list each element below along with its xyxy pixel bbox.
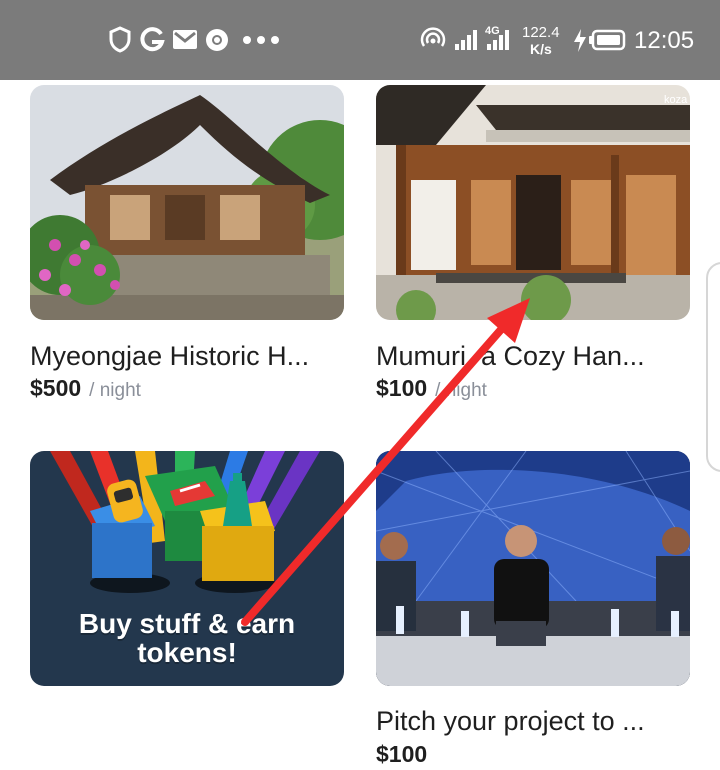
listing-price: $100	[376, 741, 428, 767]
clock: 12:05	[634, 27, 695, 54]
more-dots-icon	[243, 36, 279, 44]
chrome-icon	[206, 29, 228, 51]
network-speed-unit: K/s	[530, 41, 552, 57]
per-night-label: / night	[435, 380, 487, 401]
side-drawer-handle[interactable]	[706, 262, 720, 472]
status-bar: 4G 122.4 K/s 12:05	[0, 0, 720, 80]
image-watermark: koza	[664, 94, 688, 106]
listing-card-mumuri[interactable]: koza Mumuri, a Cozy Han... $100 / night	[376, 85, 690, 415]
listing-card-pitch[interactable]: Pitch your project to ... $100	[376, 451, 690, 770]
shield-icon	[109, 26, 131, 53]
network-speed-value: 122.4	[522, 24, 560, 41]
price-row: $100 / night	[376, 375, 487, 402]
promo-banner-earn-tokens[interactable]: Buy stuff & earn tokens!	[30, 451, 344, 686]
listing-card-myeongjae[interactable]: Myeongjae Historic H... $500 / night	[30, 85, 344, 415]
listing-image[interactable]: koza	[376, 85, 690, 320]
signal-icon	[455, 30, 477, 50]
promo-line-2: tokens!	[137, 637, 237, 668]
google-icon	[140, 27, 165, 52]
battery-icon	[589, 29, 626, 51]
listing-image[interactable]	[376, 451, 690, 686]
listing-image[interactable]	[30, 85, 344, 320]
gmail-icon	[173, 30, 197, 49]
promo-line-1: Buy stuff & earn	[78, 608, 296, 639]
per-night-label: / night	[89, 380, 141, 401]
listing-price: $100	[376, 375, 428, 401]
listing-title[interactable]: Mumuri, a Cozy Han...	[376, 341, 690, 372]
charging-icon	[574, 29, 586, 52]
listing-title[interactable]: Myeongjae Historic H...	[30, 341, 344, 372]
signal-icon-2	[487, 30, 509, 50]
price-row: $500 / night	[30, 375, 141, 402]
price-row: $100	[376, 741, 427, 768]
hotspot-icon	[420, 27, 446, 47]
listing-title[interactable]: Pitch your project to ...	[376, 706, 690, 737]
promo-text: Buy stuff & earn tokens!	[30, 609, 344, 667]
listing-price: $500	[30, 375, 82, 401]
